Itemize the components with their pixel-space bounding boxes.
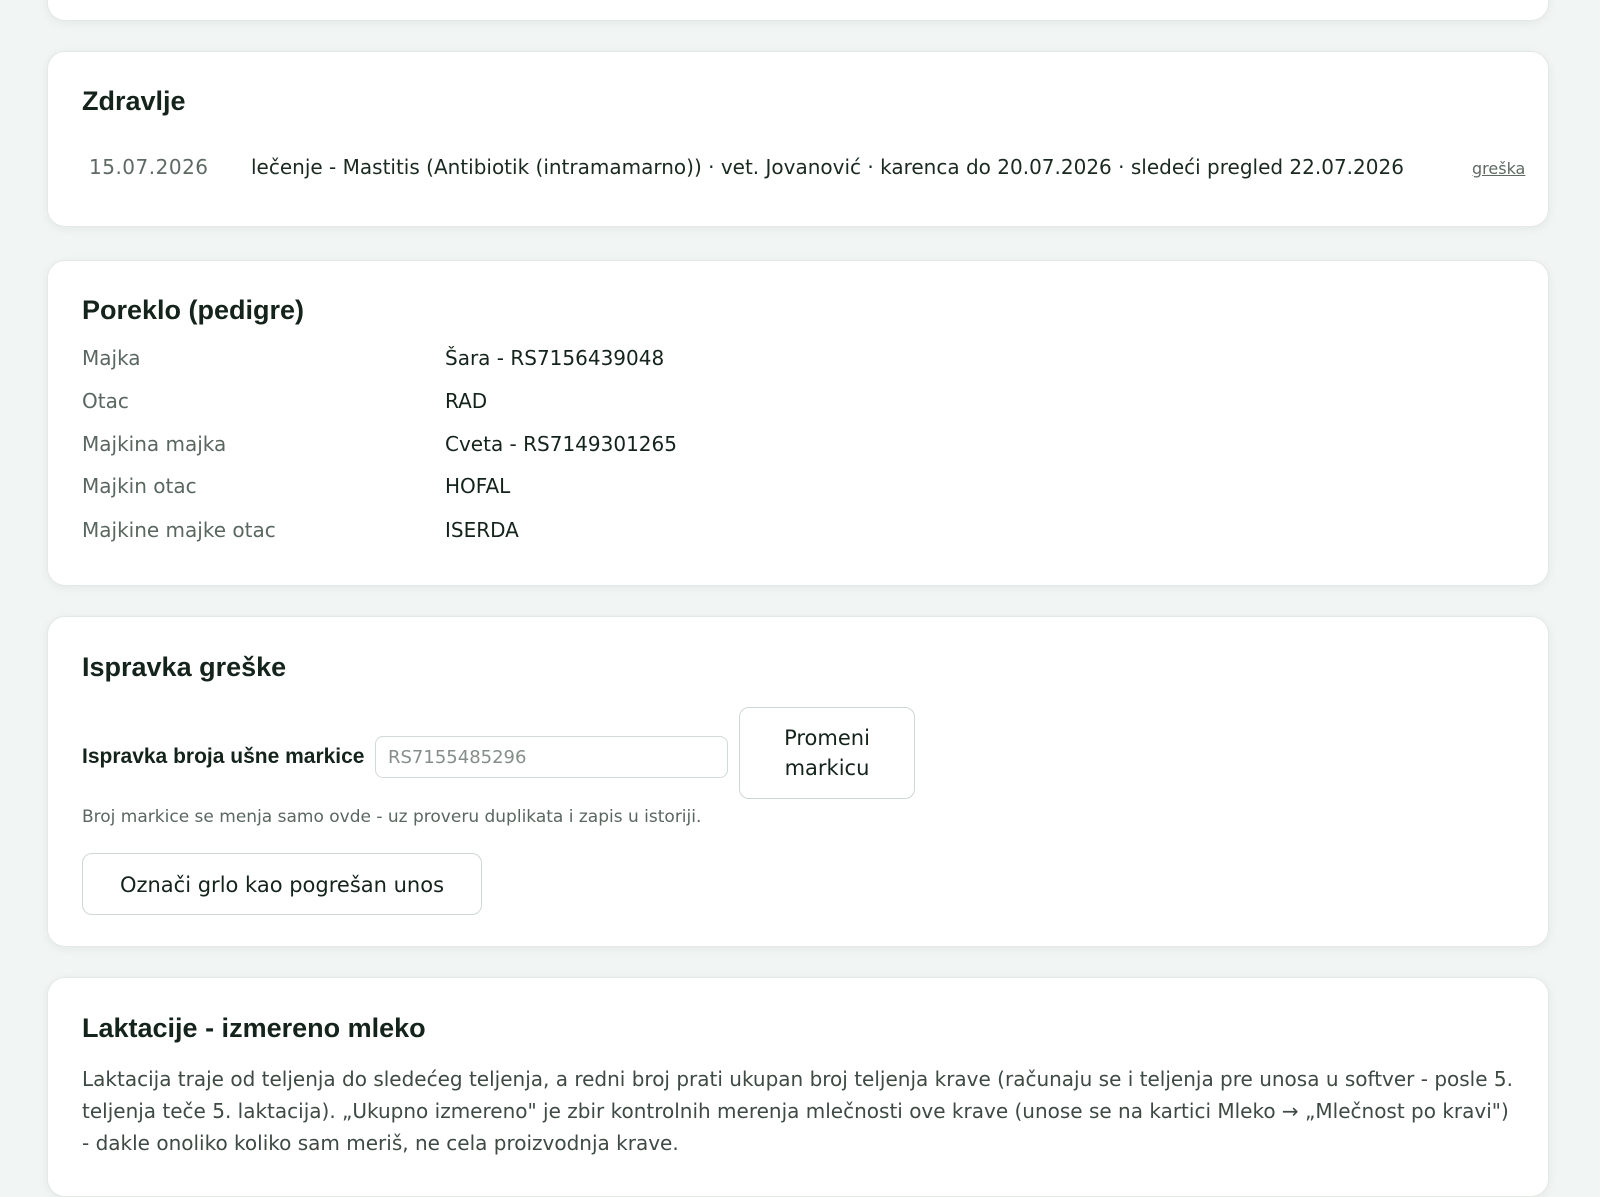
pedigree-label: Majkina majka	[82, 432, 227, 456]
pedigree-value: Cveta - RS7149301265	[445, 432, 677, 456]
ear-tag-help-text: Broj markice se menja samo ovde - uz pro…	[82, 807, 702, 827]
previous-card	[47, 0, 1549, 21]
lactation-description: Laktacija traje od teljenja do sledećeg …	[82, 1067, 1513, 1155]
pedigree-title: Poreklo (pedigre)	[82, 295, 305, 325]
pedigree-label: Majka	[82, 346, 141, 370]
lactation-title: Laktacije - izmereno mleko	[82, 1013, 426, 1043]
pedigree-value: HOFAL	[445, 474, 511, 498]
lactation-card: Laktacije - izmereno mleko Laktacija tra…	[47, 977, 1549, 1197]
change-tag-button[interactable]: Promeni markicu	[739, 707, 915, 799]
pedigree-value: RAD	[445, 389, 488, 413]
pedigree-value: ISERDA	[445, 518, 519, 542]
pedigree-value: Šara - RS7156439048	[445, 346, 665, 370]
health-title: Zdravlje	[82, 86, 186, 116]
ear-tag-input[interactable]	[375, 736, 728, 778]
correction-card: Ispravka greške Ispravka broja ušne mark…	[47, 616, 1549, 947]
pedigree-label: Majkin otac	[82, 474, 197, 498]
health-entry-date: 15.07.2026	[89, 155, 209, 179]
pedigree-label: Otac	[82, 389, 129, 413]
correction-title: Ispravka greške	[82, 652, 287, 682]
report-error-link[interactable]: greška	[1472, 159, 1525, 178]
health-card: Zdravlje 15.07.2026 lečenje - Mastitis (…	[47, 51, 1549, 227]
mark-wrong-entry-button[interactable]: Označi grlo kao pogrešan unos	[82, 853, 482, 915]
pedigree-label: Majkine majke otac	[82, 518, 276, 542]
ear-tag-field-label: Ispravka broja ušne markice	[82, 745, 365, 768]
health-entry-description: lečenje - Mastitis (Antibiotik (intramam…	[251, 155, 1404, 179]
health-entry: 15.07.2026 lečenje - Mastitis (Antibioti…	[89, 155, 1525, 187]
pedigree-card: Poreklo (pedigre) Majka Šara - RS7156439…	[47, 260, 1549, 586]
